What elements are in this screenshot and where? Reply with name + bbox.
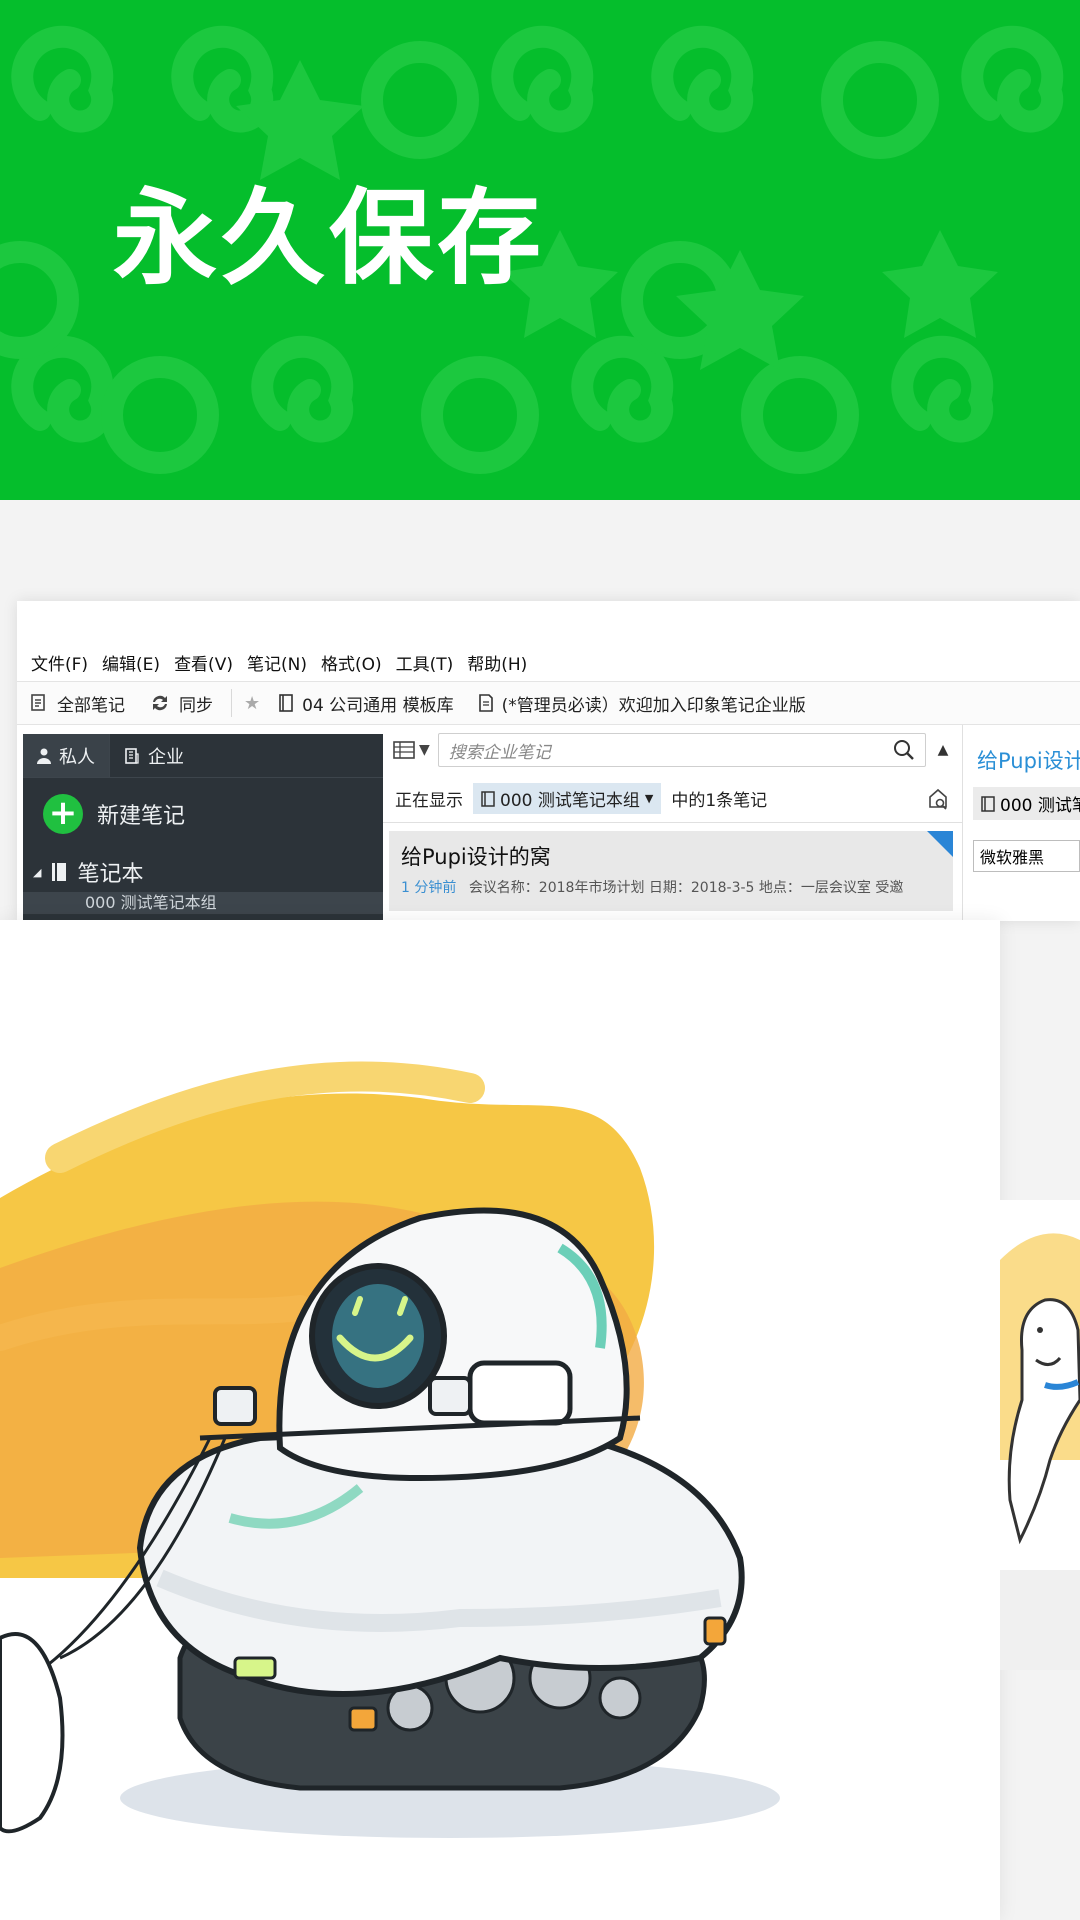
notes-icon [29, 693, 49, 713]
sync-label: 同步 [179, 695, 213, 716]
pin-flag-icon [927, 831, 953, 857]
menu-view[interactable]: 查看(V) [174, 650, 233, 675]
chevron-down-icon: ▼ [419, 742, 430, 758]
notebook-filter-chip[interactable]: 000 测试笔记本组 ▼ [473, 783, 662, 814]
editor-title[interactable]: 给Pupi设计 [965, 725, 1080, 775]
menu-note[interactable]: 笔记(N) [247, 650, 307, 675]
toolbar: 全部笔记 同步 ★ 04 公司通用 模板库 (*管理员必读）欢迎加入印象笔记企业… [17, 681, 1080, 725]
notebooks-section[interactable]: ◢ 笔记本 [23, 834, 383, 888]
search-placeholder: 搜索企业笔记 [448, 742, 551, 763]
sidebar: 私人 企业 + 新建笔记 ◢ 笔记本 000 测试笔记本组 [23, 734, 383, 921]
tab-business[interactable]: 企业 [109, 734, 198, 777]
note-snippet: 会议名称：2018年市场计划 日期：2018-3-5 地点：一层会议室 受邀 [468, 880, 904, 896]
editor-notebook-chip[interactable]: 000 测试笔 [973, 787, 1080, 820]
robot-sketch-image [0, 1061, 780, 1838]
note-title: 给Pupi设计的窝 [401, 845, 551, 869]
shortcut-label: (*管理员必读）欢迎加入印象笔记企业版 [501, 695, 806, 716]
showing-prefix: 正在显示 [395, 791, 463, 811]
note-meta: 1 分钟前 会议名称：2018年市场计划 日期：2018-3-5 地点：一层会议… [401, 877, 941, 897]
new-note-label: 新建笔记 [97, 804, 186, 829]
view-toggle[interactable]: ▼ [393, 741, 430, 759]
menu-tools[interactable]: 工具(T) [396, 650, 454, 675]
chevron-down-icon: ▼ [644, 792, 654, 805]
notebook-icon [278, 694, 294, 712]
notebook-icon [981, 795, 995, 812]
notebooks-label: 笔记本 [77, 862, 144, 887]
sidebar-item-notebook[interactable]: 000 测试笔记本组 [23, 892, 383, 914]
user-icon [37, 748, 51, 764]
list-item[interactable]: 给Pupi设计的窝 1 分钟前 会议名称：2018年市场计划 日期：2018-3… [389, 831, 953, 911]
notebook-icon [51, 862, 67, 882]
showing-suffix: 中的1条笔记 [671, 791, 768, 811]
editor-notebook-label: 000 测试笔 [1000, 796, 1080, 816]
font-select[interactable]: 微软雅黑 [973, 840, 1080, 872]
building-icon [124, 747, 140, 764]
side-card-dog [1000, 1200, 1080, 1670]
app-window: 文件(F) 编辑(E) 查看(V) 笔记(N) 格式(O) 工具(T) 帮助(H… [17, 601, 1080, 921]
illustration-robot [0, 1018, 952, 1898]
toolbar-divider [231, 689, 232, 717]
sync-icon [149, 692, 171, 714]
menu-help[interactable]: 帮助(H) [467, 650, 527, 675]
note-icon [478, 694, 494, 712]
notebook-icon [481, 790, 495, 807]
search-note-icon[interactable] [926, 787, 950, 811]
all-notes-button[interactable]: 全部笔记 [17, 682, 137, 724]
collapse-arrow-icon[interactable]: ◢ [33, 866, 41, 879]
list-view-icon [393, 741, 415, 759]
new-note-button[interactable]: + 新建笔记 [23, 778, 383, 834]
dog-sketch-image [1000, 1233, 1080, 1670]
promo-banner: 永久保存 [0, 0, 1080, 500]
search-row: ▼ 搜索企业笔记 ▲ [383, 725, 962, 775]
plus-icon: + [43, 794, 83, 834]
banner-title: 永久保存 [113, 177, 546, 299]
tab-business-label: 企业 [148, 746, 184, 768]
menu-format[interactable]: 格式(O) [321, 650, 382, 675]
editor-pane: 给Pupi设计 000 测试笔 微软雅黑 [965, 725, 1080, 921]
star-icon[interactable]: ★ [238, 693, 266, 714]
all-notes-label: 全部笔记 [57, 695, 125, 716]
search-icon[interactable] [893, 739, 915, 761]
sidebar-tabs: 私人 企业 [23, 734, 383, 778]
tab-personal[interactable]: 私人 [23, 734, 109, 777]
shortcut-template-library[interactable]: 04 公司通用 模板库 [266, 682, 465, 724]
collapse-up-icon[interactable]: ▲ [934, 742, 952, 758]
notebook-filter-label: 000 测试笔记本组 [500, 791, 640, 811]
note-list-pane: ▼ 搜索企业笔记 ▲ 正在显示 000 测试笔记本组 ▼ 中的1条笔记 给Pup… [383, 725, 963, 921]
note-time: 1 分钟前 [401, 880, 457, 896]
menu-bar: 文件(F) 编辑(E) 查看(V) 笔记(N) 格式(O) 工具(T) 帮助(H… [17, 647, 1080, 677]
sync-button[interactable]: 同步 [137, 682, 225, 724]
tab-personal-label: 私人 [59, 746, 95, 768]
menu-edit[interactable]: 编辑(E) [102, 650, 160, 675]
shortcut-admin-note[interactable]: (*管理员必读）欢迎加入印象笔记企业版 [466, 682, 818, 724]
shortcut-label: 04 公司通用 模板库 [302, 695, 454, 716]
menu-file[interactable]: 文件(F) [31, 650, 88, 675]
search-input[interactable]: 搜索企业笔记 [437, 733, 926, 767]
filter-status: 正在显示 000 测试笔记本组 ▼ 中的1条笔记 [383, 775, 962, 823]
